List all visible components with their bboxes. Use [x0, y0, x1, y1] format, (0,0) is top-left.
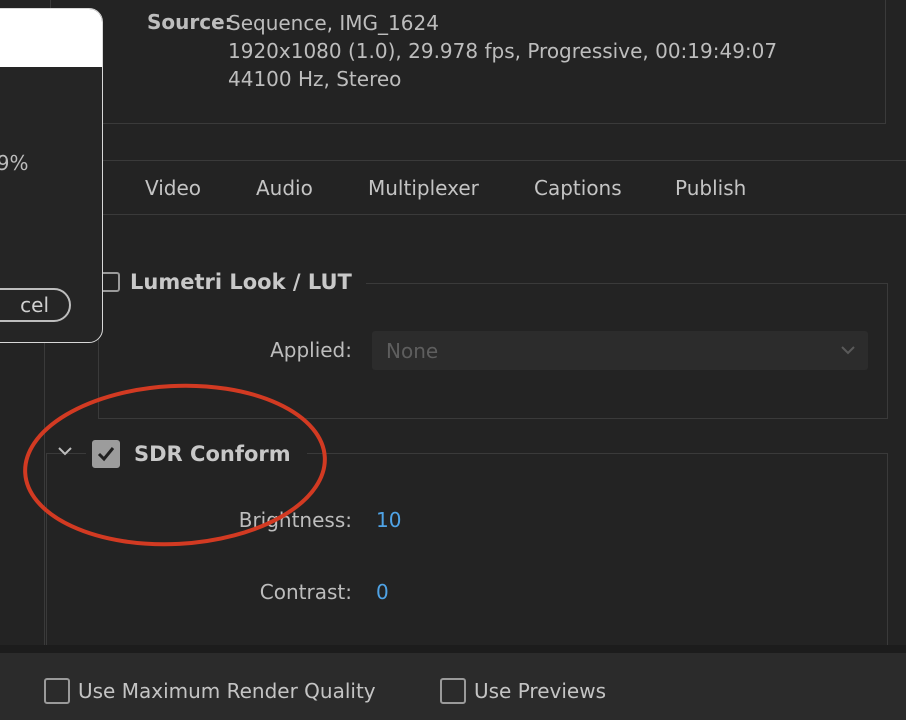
tab-multiplexer[interactable]: Multiplexer	[368, 176, 479, 200]
tabs-divider-top	[50, 160, 906, 161]
progress-dialog: 19% cel	[0, 8, 103, 343]
source-audio-info: 44100 Hz, Stereo	[228, 67, 402, 91]
tab-video[interactable]: Video	[145, 176, 201, 200]
source-video-info: 1920x1080 (1.0), 29.978 fps, Progressive…	[228, 39, 778, 63]
applied-select-value: None	[386, 339, 439, 363]
tab-publish[interactable]: Publish	[675, 176, 746, 200]
tabs-divider-bottom	[50, 214, 906, 215]
tab-captions[interactable]: Captions	[534, 176, 622, 200]
contrast-value[interactable]: 0	[376, 580, 389, 604]
applied-label: Applied:	[270, 338, 352, 362]
max-render-quality-option[interactable]: Use Maximum Render Quality	[44, 678, 376, 704]
chevron-down-icon	[841, 346, 855, 355]
dialog-header	[0, 9, 102, 67]
source-name: Sequence, IMG_1624	[228, 11, 439, 35]
annotation-circle	[23, 383, 327, 547]
use-previews-checkbox[interactable]	[440, 678, 466, 704]
lumetri-header: Lumetri Look / LUT	[100, 270, 366, 294]
use-previews-label: Use Previews	[474, 679, 606, 703]
use-previews-option[interactable]: Use Previews	[440, 678, 606, 704]
contrast-label: Contrast:	[259, 580, 352, 604]
brightness-value[interactable]: 10	[376, 508, 401, 532]
cancel-button[interactable]: cel	[0, 288, 71, 322]
dialog-percent: 19%	[0, 151, 29, 175]
max-render-quality-label: Use Maximum Render Quality	[78, 679, 376, 703]
tab-audio[interactable]: Audio	[256, 176, 313, 200]
applied-select[interactable]: None	[372, 331, 868, 370]
lumetri-checkbox[interactable]	[100, 272, 120, 292]
max-render-quality-checkbox[interactable]	[44, 678, 70, 704]
bottom-bar-edge	[0, 645, 906, 653]
source-label: Source:	[147, 10, 233, 34]
lumetri-title: Lumetri Look / LUT	[126, 270, 360, 294]
